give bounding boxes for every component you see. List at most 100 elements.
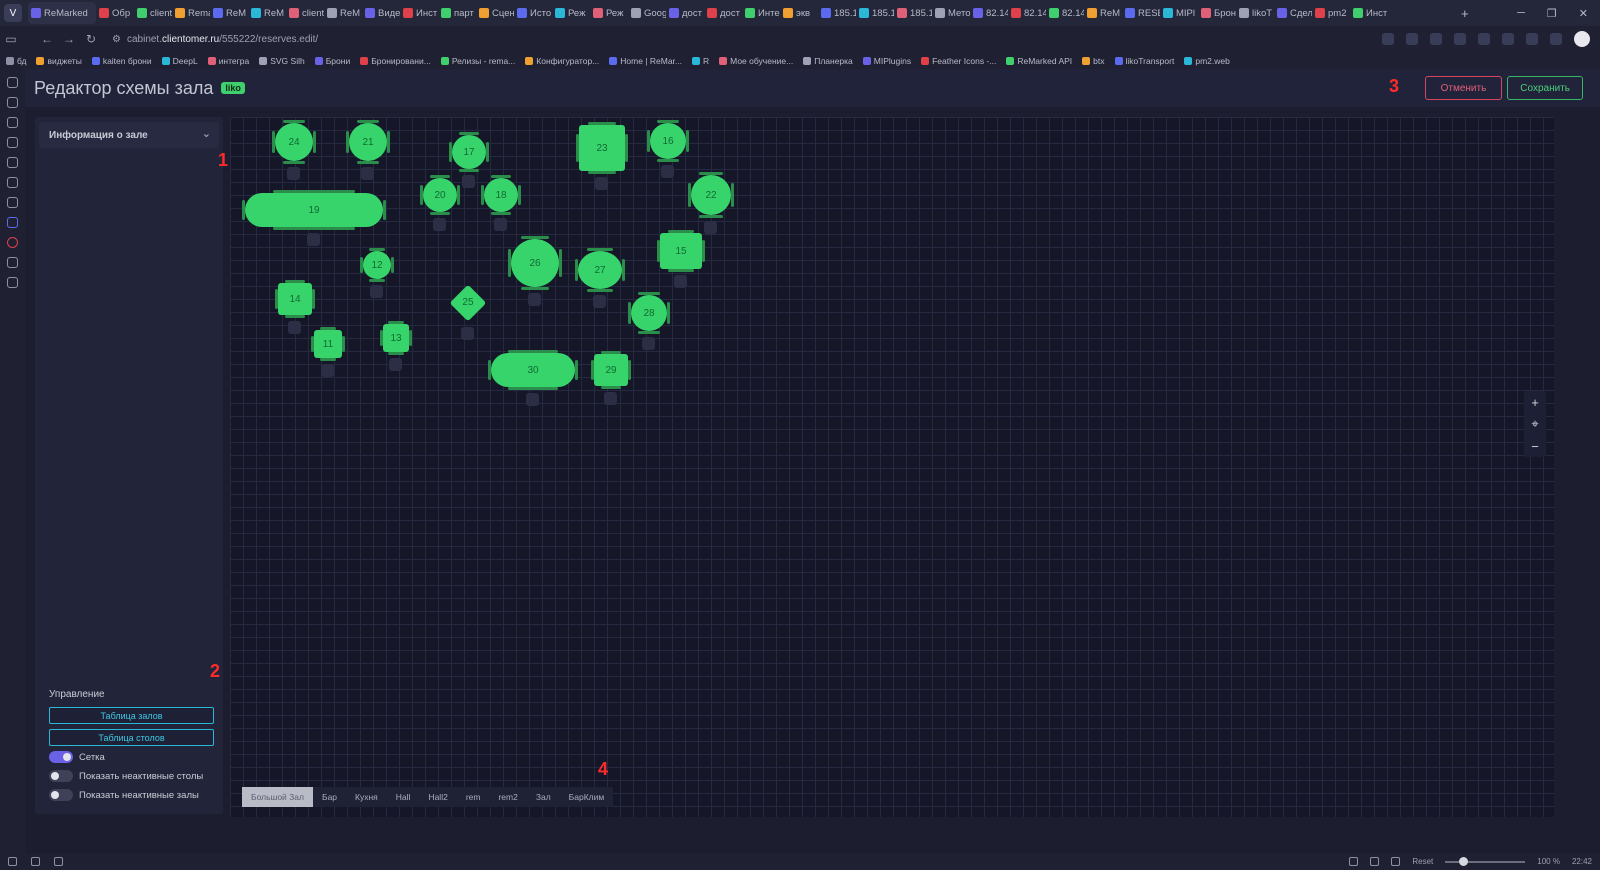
- browser-tab[interactable]: 185.1: [894, 2, 932, 24]
- table-13[interactable]: 13: [383, 324, 409, 352]
- bookmark-item[interactable]: SVG Silh: [259, 56, 305, 66]
- table-22[interactable]: 22: [691, 175, 731, 215]
- table-14[interactable]: 14: [278, 283, 312, 315]
- browser-tab[interactable]: дост: [704, 2, 742, 24]
- browser-tab[interactable]: Сдел: [1274, 2, 1312, 24]
- hall-tab[interactable]: rem: [457, 787, 490, 807]
- save-button[interactable]: Сохранить: [1507, 76, 1583, 100]
- bookmark-item[interactable]: Бронировани...: [360, 56, 431, 66]
- bookmark-item[interactable]: kaiten брони: [91, 56, 152, 66]
- browser-tab[interactable]: 82.14: [1008, 2, 1046, 24]
- browser-tab[interactable]: ReM: [1084, 2, 1122, 24]
- page-actions-icon[interactable]: [1391, 857, 1401, 866]
- page-zoom-slider[interactable]: [1445, 856, 1526, 866]
- browser-tab[interactable]: ReM: [324, 2, 362, 24]
- hall-tab[interactable]: Кухня: [346, 787, 387, 807]
- browser-tab[interactable]: ReM: [210, 2, 248, 24]
- table-25[interactable]: 25: [449, 284, 487, 322]
- bookmark-item[interactable]: Релизы - rema...: [440, 56, 515, 66]
- extension-icon[interactable]: [1430, 33, 1442, 45]
- browser-tab[interactable]: Исто: [514, 2, 552, 24]
- bookmark-item[interactable]: Мое обучение...: [719, 56, 793, 66]
- web-panel-icon[interactable]: [7, 237, 18, 248]
- bookmark-item[interactable]: MIPlugins: [862, 56, 911, 66]
- bookmark-item[interactable]: Home | ReMar...: [609, 56, 682, 66]
- table-16[interactable]: 16: [650, 123, 686, 159]
- browser-tab[interactable]: 185.1: [856, 2, 894, 24]
- browser-tab[interactable]: Брон: [1198, 2, 1236, 24]
- table-24[interactable]: 24: [275, 123, 313, 161]
- bookmark-item[interactable]: likoTransport: [1114, 56, 1174, 66]
- downloads-icon[interactable]: [7, 97, 18, 108]
- grid-toggle[interactable]: [49, 751, 73, 763]
- hall-tab[interactable]: Бар: [313, 787, 346, 807]
- bookmark-item[interactable]: ReMarked API: [1006, 56, 1072, 66]
- zoom-in-icon[interactable]: +: [1524, 391, 1546, 413]
- browser-tab[interactable]: дост: [666, 2, 704, 24]
- browser-tab[interactable]: парт: [438, 2, 476, 24]
- browser-tab[interactable]: экв: [780, 2, 818, 24]
- browser-tab[interactable]: Сцен: [476, 2, 514, 24]
- table-20[interactable]: 20: [423, 178, 457, 212]
- minimize-icon[interactable]: ─: [1517, 7, 1525, 20]
- table-19[interactable]: 19: [245, 193, 383, 227]
- restore-icon[interactable]: ❐: [1547, 7, 1557, 20]
- bookmark-item[interactable]: R: [692, 56, 709, 66]
- table-30[interactable]: 30: [491, 353, 575, 387]
- hall-tab[interactable]: Большой Зал: [242, 787, 313, 807]
- table-29[interactable]: 29: [594, 354, 628, 386]
- reload-icon[interactable]: ↻: [80, 32, 102, 46]
- bookmark-item[interactable]: Брони: [314, 56, 350, 66]
- back-icon[interactable]: ←: [36, 32, 58, 46]
- browser-tab[interactable]: Инст: [400, 2, 438, 24]
- table-21[interactable]: 21: [349, 123, 387, 161]
- wallet-icon[interactable]: [1550, 33, 1562, 45]
- bookmark-item[interactable]: интегра: [207, 56, 249, 66]
- fullscreen-icon[interactable]: [1370, 857, 1380, 866]
- hall-tab[interactable]: БарКлим: [560, 787, 614, 807]
- translate-icon[interactable]: [7, 157, 18, 168]
- zoom-out-icon[interactable]: −: [1524, 435, 1546, 457]
- hall-tab[interactable]: Hall: [387, 787, 420, 807]
- extension-icon[interactable]: [1478, 33, 1490, 45]
- zoom-reset-button[interactable]: Reset: [1412, 857, 1433, 866]
- hall-tab[interactable]: rem2: [489, 787, 526, 807]
- browser-tab[interactable]: RESE: [1122, 2, 1160, 24]
- inactive-tables-toggle[interactable]: [49, 770, 73, 782]
- forward-icon[interactable]: →: [58, 32, 80, 46]
- table-27[interactable]: 27: [578, 251, 622, 289]
- sidebar-toggle-icon[interactable]: ▭: [0, 32, 22, 46]
- bookmark-star-icon[interactable]: [1406, 33, 1418, 45]
- browser-tab[interactable]: Виде: [362, 2, 400, 24]
- browser-menu-icon[interactable]: V: [4, 4, 22, 22]
- table-15[interactable]: 15: [660, 233, 702, 269]
- browser-tab[interactable]: Инте: [742, 2, 780, 24]
- tiling-icon[interactable]: [31, 857, 40, 866]
- browser-tab[interactable]: 185.1: [818, 2, 856, 24]
- capture-icon[interactable]: [1349, 857, 1359, 866]
- hall-tab[interactable]: Hall2: [419, 787, 456, 807]
- table-11[interactable]: 11: [314, 330, 342, 358]
- browser-tab[interactable]: Мето: [932, 2, 970, 24]
- bookmark-item[interactable]: Feather Icons -...: [921, 56, 996, 66]
- browser-tab[interactable]: likoT: [1236, 2, 1274, 24]
- hall-info-accordion[interactable]: Информация о зале ⌄: [39, 122, 219, 148]
- add-panel-icon[interactable]: [7, 277, 18, 288]
- hall-tab[interactable]: Зал: [527, 787, 560, 807]
- profile-avatar[interactable]: [1574, 31, 1590, 47]
- browser-tab[interactable]: Обр: [96, 2, 134, 24]
- cloud-icon[interactable]: [54, 857, 63, 866]
- bookmarks-icon[interactable]: [7, 77, 18, 88]
- cancel-button[interactable]: Отменить: [1424, 76, 1503, 100]
- reading-list-icon[interactable]: [7, 177, 18, 188]
- close-icon[interactable]: ✕: [1579, 7, 1588, 20]
- browser-tab[interactable]: 82.14: [1046, 2, 1084, 24]
- browser-tab[interactable]: client: [134, 2, 172, 24]
- center-view-icon[interactable]: ⌖: [1524, 413, 1546, 435]
- bookmark-item[interactable]: Планерка: [803, 56, 853, 66]
- table-17[interactable]: 17: [452, 135, 486, 169]
- bookmark-item[interactable]: DeepL: [161, 56, 198, 66]
- table-28[interactable]: 28: [631, 295, 667, 331]
- bookmark-item[interactable]: Конфигуратор...: [525, 56, 599, 66]
- browser-tab[interactable]: MIPl: [1160, 2, 1198, 24]
